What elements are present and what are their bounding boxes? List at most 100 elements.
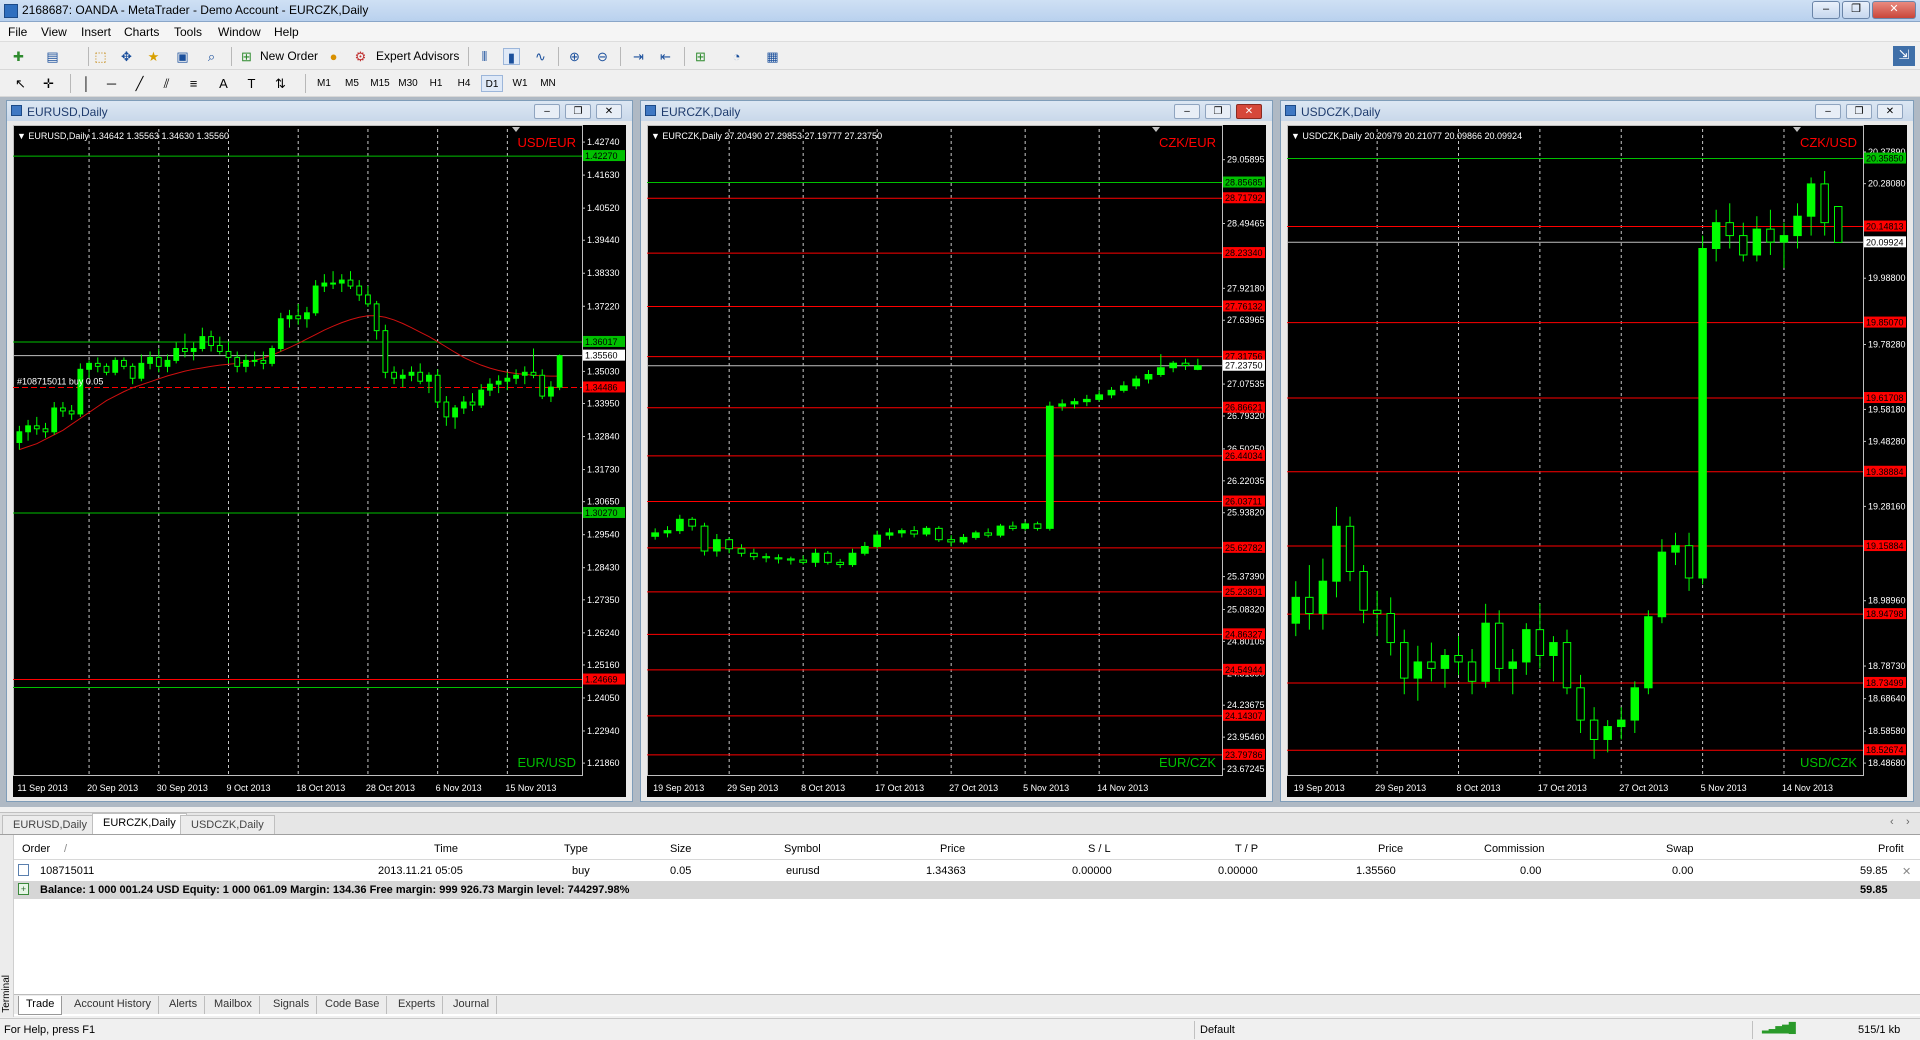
shift-marker-icon xyxy=(512,127,520,132)
menu-help[interactable]: Help xyxy=(274,25,299,39)
chart-window-usdczk[interactable]: USDCZK,Daily – ❐ ✕ 19 Sep 2013 29 Sep 201… xyxy=(1280,100,1914,802)
new-chart-icon[interactable]: ✚ xyxy=(10,48,27,65)
timeframe-mn[interactable]: MN xyxy=(537,75,559,92)
col-price[interactable]: Price xyxy=(940,843,965,855)
timeframe-d1[interactable]: D1 xyxy=(481,75,503,92)
price-tag-text: 18.52674 xyxy=(1866,745,1904,755)
new-order-icon[interactable]: ⊞ xyxy=(238,48,255,65)
chart-minimize-button[interactable]: – xyxy=(534,104,560,119)
chart-shift-icon[interactable]: ⇤ xyxy=(657,48,674,65)
col-profit[interactable]: Profit xyxy=(1878,843,1904,855)
chart-close-button[interactable]: ✕ xyxy=(1877,104,1903,119)
fibonacci-icon[interactable]: ≡ xyxy=(185,75,202,92)
tab-account-history[interactable]: Account History xyxy=(67,996,160,1014)
timeframe-m30[interactable]: M30 xyxy=(397,75,419,92)
favorites-icon[interactable]: ★ xyxy=(145,48,162,65)
timeframe-h1[interactable]: H1 xyxy=(425,75,447,92)
tab-code-base[interactable]: Code Base xyxy=(318,996,388,1014)
date-label: 15 Nov 2013 xyxy=(505,783,556,793)
col-current-price[interactable]: Price xyxy=(1378,843,1403,855)
text-label-icon[interactable]: T xyxy=(243,75,260,92)
price-tag-text: 27.76132 xyxy=(1225,301,1263,311)
scroll-right-icon[interactable]: › xyxy=(1906,816,1910,828)
tab-alerts[interactable]: Alerts xyxy=(162,996,206,1014)
tab-signals[interactable]: Signals xyxy=(266,996,318,1014)
menu-file[interactable]: File xyxy=(8,25,27,39)
chart-minimize-button[interactable]: – xyxy=(1815,104,1841,119)
chart-restore-button[interactable]: ❐ xyxy=(565,104,591,119)
candle-body xyxy=(173,347,180,361)
autotrading-icon[interactable]: ● xyxy=(325,48,342,65)
autoscroll-icon[interactable]: ⇥ xyxy=(630,48,647,65)
chart-window-eurusd[interactable]: EURUSD,Daily – ❐ ✕ 11 Sep 2013 20 Sep 201… xyxy=(6,100,633,802)
tab-experts[interactable]: Experts xyxy=(391,996,444,1014)
chart-restore-button[interactable]: ❐ xyxy=(1846,104,1872,119)
timeframe-w1[interactable]: W1 xyxy=(509,75,531,92)
tester-icon[interactable]: ⌕ xyxy=(203,48,220,65)
expert-advisors-icon[interactable]: ⚙ xyxy=(352,48,369,65)
new-order-button[interactable]: New Order xyxy=(260,46,318,67)
col-commission[interactable]: Commission xyxy=(1484,843,1545,855)
market-watch-icon[interactable]: ⬚ xyxy=(92,48,109,65)
tab-mailbox[interactable]: Mailbox xyxy=(207,996,260,1014)
profiles-icon[interactable]: ▤ xyxy=(44,48,61,65)
candle-body xyxy=(663,530,672,534)
col-size[interactable]: Size xyxy=(670,843,691,855)
chart-close-button[interactable]: ✕ xyxy=(596,104,622,119)
channel-icon[interactable]: ⫽ xyxy=(158,75,175,92)
cursor-icon[interactable]: ↖ xyxy=(12,75,29,92)
templates-icon[interactable]: ▦ xyxy=(764,48,781,65)
navigator-icon[interactable]: ✥ xyxy=(118,48,135,65)
candlestick-icon[interactable]: ▮ xyxy=(503,48,520,65)
col-swap[interactable]: Swap xyxy=(1666,843,1694,855)
timeframe-m5[interactable]: M5 xyxy=(341,75,363,92)
timeframe-m1[interactable]: M1 xyxy=(313,75,335,92)
periods-icon[interactable]: ◔ xyxy=(728,48,745,65)
price-chart[interactable]: 19 Sep 2013 29 Sep 2013 8 Oct 2013 17 Oct 2… xyxy=(647,125,1266,797)
expert-advisors-button[interactable]: Expert Advisors xyxy=(376,46,459,67)
menu-tools[interactable]: Tools xyxy=(174,25,202,39)
price-chart[interactable]: 19 Sep 2013 29 Sep 2013 8 Oct 2013 17 Oct 2… xyxy=(1287,125,1907,797)
close-order-icon[interactable]: ✕ xyxy=(1902,865,1911,878)
col-order[interactable]: Order xyxy=(22,843,50,855)
arrows-icon[interactable]: ⇅ xyxy=(272,75,289,92)
chart-close-button[interactable]: ✕ xyxy=(1236,104,1262,119)
col-time[interactable]: Time xyxy=(434,843,458,855)
bar-chart-icon[interactable]: ⫴ xyxy=(476,48,493,65)
col-tp[interactable]: T / P xyxy=(1235,843,1258,855)
zoom-out-icon[interactable]: ⊖ xyxy=(594,48,611,65)
menu-insert[interactable]: Insert xyxy=(81,25,111,39)
price-chart[interactable]: 11 Sep 2013 20 Sep 2013 30 Sep 2013 9 Oct 2… xyxy=(13,125,626,797)
data-window-icon[interactable]: ▣ xyxy=(174,48,191,65)
chart-restore-button[interactable]: ❐ xyxy=(1205,104,1231,119)
zoom-in-icon[interactable]: ⊕ xyxy=(566,48,583,65)
minimize-button[interactable]: – xyxy=(1812,1,1840,19)
line-chart-icon[interactable]: ∿ xyxy=(532,48,549,65)
chart-tab-eurusd[interactable]: EURUSD,Daily xyxy=(2,815,98,835)
col-symbol[interactable]: Symbol xyxy=(784,843,821,855)
menu-window[interactable]: Window xyxy=(218,25,261,39)
col-type[interactable]: Type xyxy=(564,843,588,855)
restore-button[interactable]: ❐ xyxy=(1842,1,1870,19)
chart-tab-usdczk[interactable]: USDCZK,Daily xyxy=(180,815,275,835)
timeframe-m15[interactable]: M15 xyxy=(369,75,391,92)
chart-window-eurczk[interactable]: EURCZK,Daily – ❐ ✕ 19 Sep 2013 29 Sep 201… xyxy=(640,100,1273,802)
chart-tab-eurczk[interactable]: EURCZK,Daily xyxy=(92,813,187,835)
text-icon[interactable]: A xyxy=(215,75,232,92)
close-button[interactable]: ✕ xyxy=(1872,1,1916,19)
timeframe-h4[interactable]: H4 xyxy=(453,75,475,92)
menu-view[interactable]: View xyxy=(41,25,67,39)
menu-charts[interactable]: Charts xyxy=(124,25,159,39)
col-sl[interactable]: S / L xyxy=(1088,843,1111,855)
horizontal-line-icon[interactable]: ─ xyxy=(103,75,120,92)
tab-trade[interactable]: Trade xyxy=(18,996,63,1015)
trade-row[interactable]: 108715011 2013.11.21 05:05 buy 0.05 euru… xyxy=(14,862,1920,880)
chart-minimize-button[interactable]: – xyxy=(1174,104,1200,119)
scroll-left-icon[interactable]: ‹ xyxy=(1890,816,1894,828)
tab-journal[interactable]: Journal xyxy=(446,996,498,1014)
vertical-line-icon[interactable]: │ xyxy=(78,75,95,92)
trendline-icon[interactable]: ╱ xyxy=(131,75,148,92)
indicators-icon[interactable]: ⊞ xyxy=(692,48,709,65)
crosshair-icon[interactable]: ✛ xyxy=(40,75,57,92)
toolbar-config-icon[interactable]: ⇲ xyxy=(1893,46,1915,66)
